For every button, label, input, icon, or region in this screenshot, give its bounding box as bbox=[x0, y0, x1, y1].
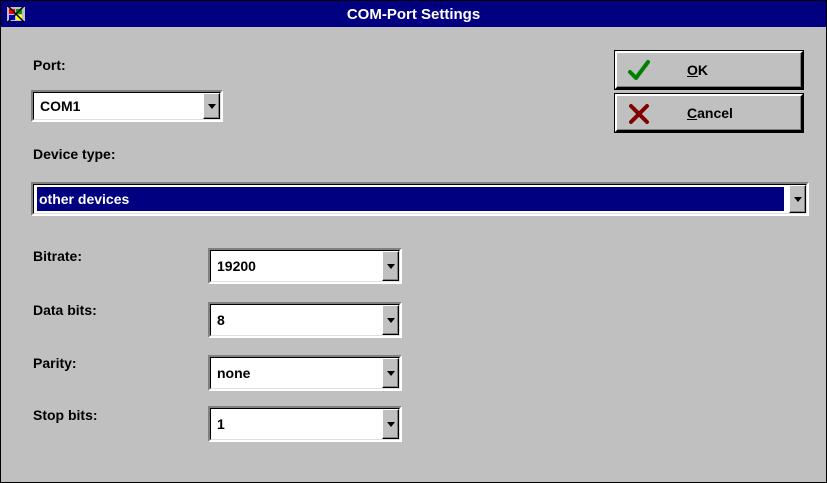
data-bits-value: 8 bbox=[217, 312, 225, 328]
cancel-button-label: Cancel bbox=[687, 105, 733, 121]
cancel-button[interactable]: Cancel bbox=[615, 94, 803, 132]
port-label: Port: bbox=[33, 57, 66, 73]
port-dropdown-button[interactable] bbox=[203, 93, 220, 119]
chevron-down-icon bbox=[386, 318, 395, 323]
data-bits-dropdown-button[interactable] bbox=[382, 305, 399, 335]
parity-select[interactable]: none bbox=[208, 355, 402, 391]
chevron-down-icon bbox=[793, 197, 802, 202]
device-type-value: other devices bbox=[37, 187, 784, 211]
device-type-dropdown-button[interactable] bbox=[789, 185, 806, 213]
ok-button-label: OK bbox=[687, 62, 709, 78]
port-value: COM1 bbox=[40, 98, 81, 114]
parity-dropdown-button[interactable] bbox=[382, 358, 399, 388]
stop-bits-label: Stop bits: bbox=[33, 407, 98, 423]
stop-bits-select[interactable]: 1 bbox=[208, 406, 402, 442]
checkmark-icon bbox=[628, 60, 650, 80]
data-bits-label: Data bits: bbox=[33, 302, 97, 318]
x-icon bbox=[629, 104, 649, 124]
device-type-select[interactable]: other devices bbox=[31, 182, 809, 216]
window-title: COM-Port Settings bbox=[346, 6, 481, 23]
ok-button[interactable]: OK bbox=[615, 51, 803, 89]
port-select[interactable]: COM1 bbox=[31, 90, 223, 122]
chevron-down-icon bbox=[386, 422, 395, 427]
data-bits-select[interactable]: 8 bbox=[208, 302, 402, 338]
stop-bits-dropdown-button[interactable] bbox=[382, 409, 399, 439]
parity-value: none bbox=[217, 365, 251, 381]
bitrate-select[interactable]: 19200 bbox=[208, 248, 402, 284]
chevron-down-icon bbox=[386, 264, 395, 269]
bitrate-label: Bitrate: bbox=[33, 248, 83, 264]
chevron-down-icon bbox=[386, 371, 395, 376]
bitrate-dropdown-button[interactable] bbox=[382, 251, 399, 281]
parity-label: Parity: bbox=[33, 355, 77, 371]
chevron-down-icon bbox=[207, 104, 216, 109]
title-bar[interactable]: COM-Port Settings bbox=[1, 1, 826, 27]
stop-bits-value: 1 bbox=[217, 416, 225, 432]
device-type-label: Device type: bbox=[33, 146, 116, 162]
bitrate-value: 19200 bbox=[217, 258, 256, 274]
com-port-settings-dialog: COM-Port Settings Port: COM1 Device type… bbox=[0, 0, 827, 483]
